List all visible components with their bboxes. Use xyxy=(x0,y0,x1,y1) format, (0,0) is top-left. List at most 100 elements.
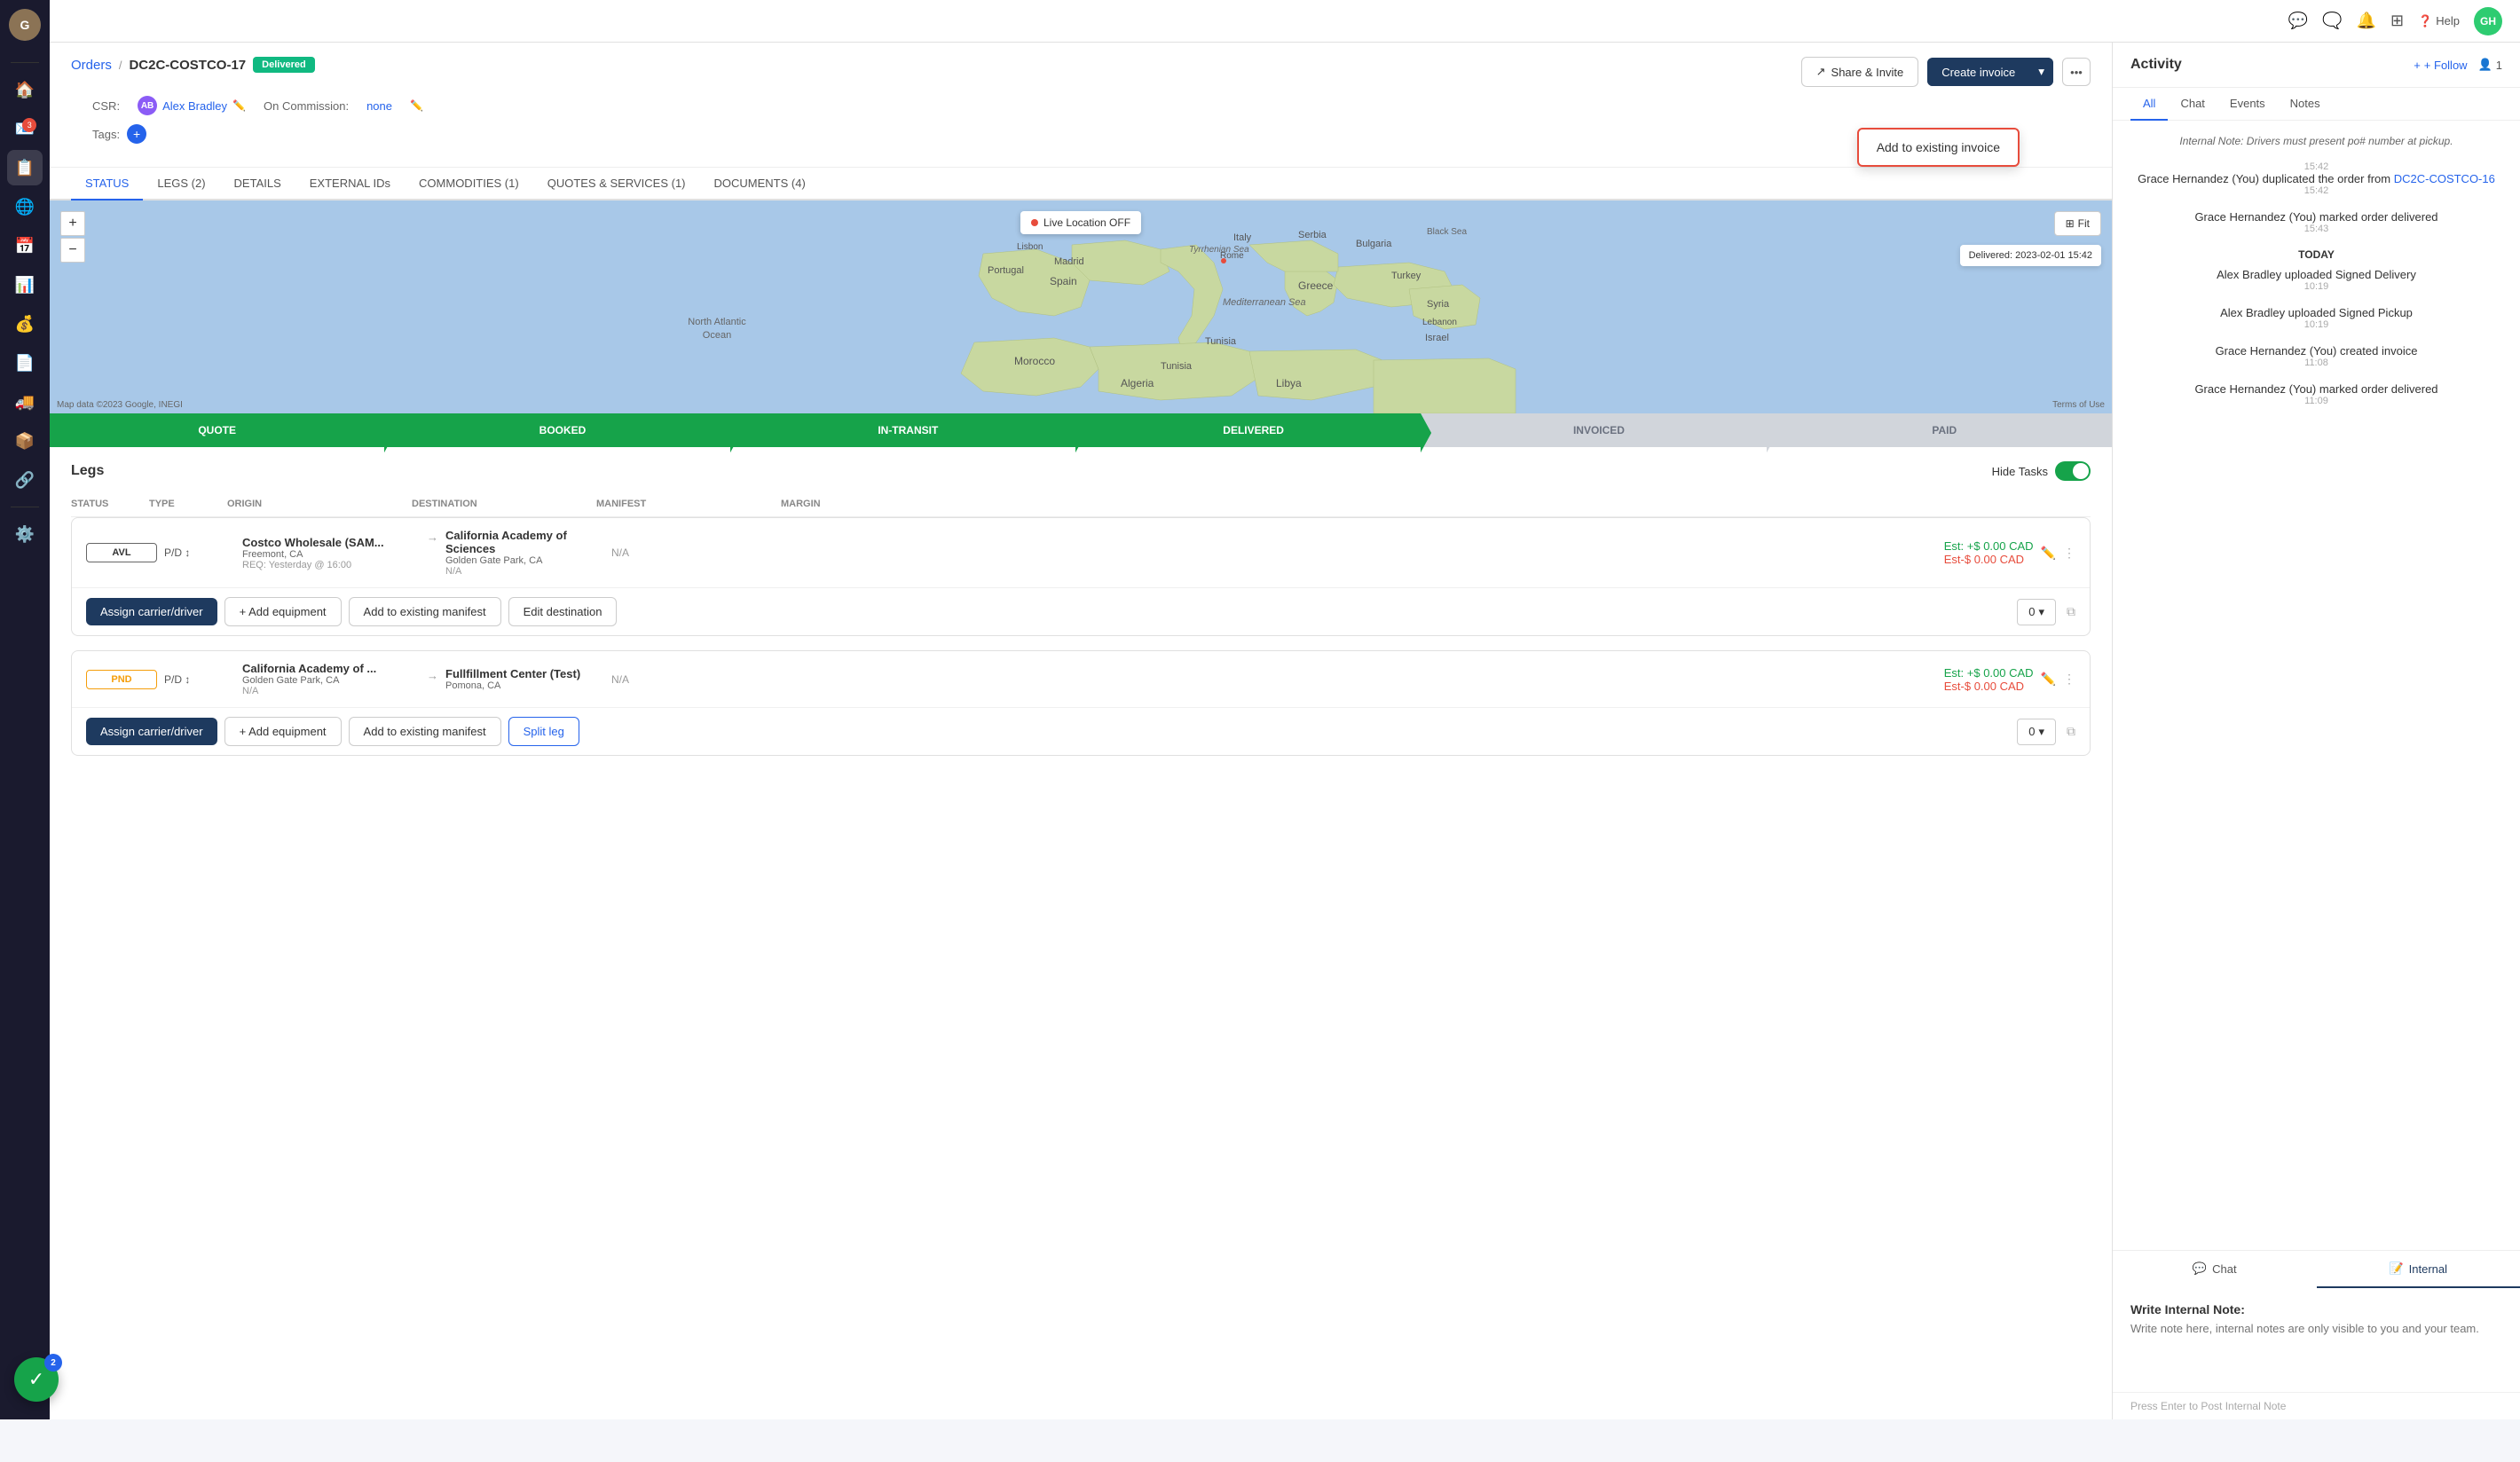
bell-icon[interactable]: 🔔 xyxy=(2357,12,2376,30)
chat-icon[interactable]: 🗨️ xyxy=(2322,12,2342,30)
leg-2-split-button[interactable]: Split leg xyxy=(508,717,579,746)
sidebar-divider xyxy=(11,62,39,63)
activity-tab-chat[interactable]: Chat xyxy=(2168,88,2217,121)
sidebar-item-docs[interactable]: 📄 xyxy=(7,345,43,381)
leg-1-add-manifest-button[interactable]: Add to existing manifest xyxy=(349,597,501,626)
user-avatar[interactable]: GH xyxy=(2474,7,2502,35)
tab-external-ids[interactable]: EXTERNAL IDs xyxy=(295,168,405,200)
sidebar-item-home[interactable]: 🏠 xyxy=(7,72,43,107)
help-button[interactable]: ❓ Help xyxy=(2418,14,2460,28)
leg-2-add-manifest-button[interactable]: Add to existing manifest xyxy=(349,717,501,746)
sidebar-avatar[interactable]: G xyxy=(9,9,41,41)
tab-status[interactable]: STATUS xyxy=(71,168,143,200)
grid-icon[interactable]: ⊞ xyxy=(2390,12,2404,30)
sidebar-item-network[interactable]: 🔗 xyxy=(7,462,43,498)
sidebar: G 🏠 📧3 📋 🌐 📅 📊 💰 📄 🚚 📦 🔗 ⚙️ xyxy=(0,0,50,1419)
map-zoom-out[interactable]: − xyxy=(60,238,85,263)
leg-1-counter[interactable]: 0 ▾ xyxy=(2017,599,2056,625)
hide-tasks-toggle[interactable] xyxy=(2055,461,2091,481)
sidebar-item-chart[interactable]: 📊 xyxy=(7,267,43,303)
internal-tab[interactable]: 📝 Internal xyxy=(2317,1251,2520,1288)
create-invoice-button[interactable]: Create invoice xyxy=(1927,59,2029,86)
csr-name[interactable]: Alex Bradley xyxy=(162,99,227,113)
leg-2-dest-name: Fullfillment Center (Test) xyxy=(445,667,580,680)
tab-commodities[interactable]: COMMODITIES (1) xyxy=(405,168,533,200)
leg-2-counter[interactable]: 0 ▾ xyxy=(2017,719,2056,745)
map-terms[interactable]: Terms of Use xyxy=(2052,400,2105,410)
svg-text:Tunisia: Tunisia xyxy=(1205,336,1237,347)
leg-1-edit-dest-button[interactable]: Edit destination xyxy=(508,597,618,626)
pipeline-in-transit[interactable]: IN-TRANSIT xyxy=(730,413,1075,447)
leg-2-more-icon[interactable]: ⋮ xyxy=(2063,672,2075,687)
tab-details[interactable]: DETAILS xyxy=(220,168,295,200)
sidebar-item-orders[interactable]: 📋 xyxy=(7,150,43,185)
share-invite-button[interactable]: ↗ Share & Invite xyxy=(1801,57,1919,87)
messages-icon[interactable]: 💬 xyxy=(2288,12,2308,30)
pipeline-delivered[interactable]: DELIVERED xyxy=(1075,413,1421,447)
internal-note-title: Write Internal Note: xyxy=(2130,1302,2502,1317)
orders-link[interactable]: Orders xyxy=(71,58,112,73)
leg-1-assign-button[interactable]: Assign carrier/driver xyxy=(86,598,217,625)
activity-item-5: Grace Hernandez (You) created invoice 11… xyxy=(2130,344,2502,368)
chat-tab[interactable]: 💬 Chat xyxy=(2113,1251,2317,1288)
map-live-location: Live Location OFF xyxy=(1020,211,1141,234)
sidebar-item-globe[interactable]: 🌐 xyxy=(7,189,43,224)
leg-2-add-equipment-button[interactable]: + Add equipment xyxy=(224,717,342,746)
activity-tab-all[interactable]: All xyxy=(2130,88,2168,121)
fit-icon: ⊞ xyxy=(2066,217,2075,230)
leg-2-copy-icon[interactable]: ⧉ xyxy=(2067,724,2075,739)
inbox-badge: 3 xyxy=(22,118,36,132)
svg-text:Mediterranean Sea: Mediterranean Sea xyxy=(1223,297,1306,308)
sidebar-item-truck[interactable]: 🚚 xyxy=(7,384,43,420)
tab-legs[interactable]: LEGS (2) xyxy=(143,168,219,200)
activity-panel: Activity + + Follow 👤 1 All Chat Events … xyxy=(2112,43,2520,1419)
map-controls: + − xyxy=(60,211,85,263)
leg-1-edit-icon[interactable]: ✏️ xyxy=(2041,546,2056,561)
map-fit-button[interactable]: ⊞ Fit xyxy=(2054,211,2101,236)
activity-item-2: Grace Hernandez (You) marked order deliv… xyxy=(2130,210,2502,234)
leg-2-assign-button[interactable]: Assign carrier/driver xyxy=(86,718,217,745)
add-existing-invoice-dropdown[interactable]: Add to existing invoice xyxy=(1857,128,2020,167)
sidebar-item-inbox[interactable]: 📧3 xyxy=(7,111,43,146)
pipeline-quote[interactable]: QUOTE xyxy=(50,413,384,447)
pipeline-booked[interactable]: BOOKED xyxy=(384,413,729,447)
commission-edit-icon[interactable]: ✏️ xyxy=(410,99,423,112)
pipeline-invoiced[interactable]: INVOICED xyxy=(1421,413,1766,447)
create-invoice-dropdown-button[interactable]: ▾ xyxy=(2029,58,2053,86)
csr-edit-icon[interactable]: ✏️ xyxy=(232,99,246,112)
leg-1-dest-req: N/A xyxy=(445,566,604,577)
activity-tab-events[interactable]: Events xyxy=(2217,88,2278,121)
sidebar-item-settings[interactable]: ⚙️ xyxy=(7,516,43,552)
leg-1-add-equipment-button[interactable]: + Add equipment xyxy=(224,597,342,626)
tags-section: Tags: + xyxy=(71,124,2091,153)
post-hint: Press Enter to Post Internal Note xyxy=(2113,1392,2520,1419)
internal-note-input[interactable] xyxy=(2130,1322,2502,1375)
leg-1-copy-icon[interactable]: ⧉ xyxy=(2067,604,2075,619)
toast-badge: 2 xyxy=(44,1354,62,1372)
activity-event-4: Alex Bradley uploaded Signed Pickup xyxy=(2130,306,2502,319)
tab-documents[interactable]: DOCUMENTS (4) xyxy=(700,168,820,200)
person-icon: 👤 xyxy=(2478,58,2492,72)
csr-user: AB Alex Bradley ✏️ xyxy=(138,96,246,115)
sidebar-item-calendar[interactable]: 📅 xyxy=(7,228,43,263)
sidebar-item-finance[interactable]: 💰 xyxy=(7,306,43,342)
map-zoom-in[interactable]: + xyxy=(60,211,85,236)
activity-tab-notes[interactable]: Notes xyxy=(2278,88,2333,121)
activity-title: Activity xyxy=(2130,57,2182,73)
follow-button[interactable]: + + Follow xyxy=(2414,59,2467,72)
success-toast[interactable]: ✓ 2 xyxy=(14,1357,59,1402)
leg-1-more-icon[interactable]: ⋮ xyxy=(2063,546,2075,561)
tab-quotes[interactable]: QUOTES & SERVICES (1) xyxy=(533,168,700,200)
svg-text:Israel: Israel xyxy=(1425,333,1449,343)
add-tag-button[interactable]: + xyxy=(127,124,146,144)
activity-item-6: Grace Hernandez (You) marked order deliv… xyxy=(2130,382,2502,406)
leg-2-edit-icon[interactable]: ✏️ xyxy=(2041,672,2056,687)
leg-1-dest: → California Academy of Sciences Golden … xyxy=(427,529,604,577)
order-link[interactable]: DC2C-COSTCO-16 xyxy=(2394,172,2495,185)
sidebar-item-box[interactable]: 📦 xyxy=(7,423,43,459)
pipeline-paid[interactable]: PAID xyxy=(1767,413,2112,447)
commission-value[interactable]: none xyxy=(366,99,392,113)
breadcrumb-separator: / xyxy=(119,59,122,72)
more-options-button[interactable]: ••• xyxy=(2062,58,2091,86)
order-tabs: STATUS LEGS (2) DETAILS EXTERNAL IDs COM… xyxy=(50,168,2112,200)
